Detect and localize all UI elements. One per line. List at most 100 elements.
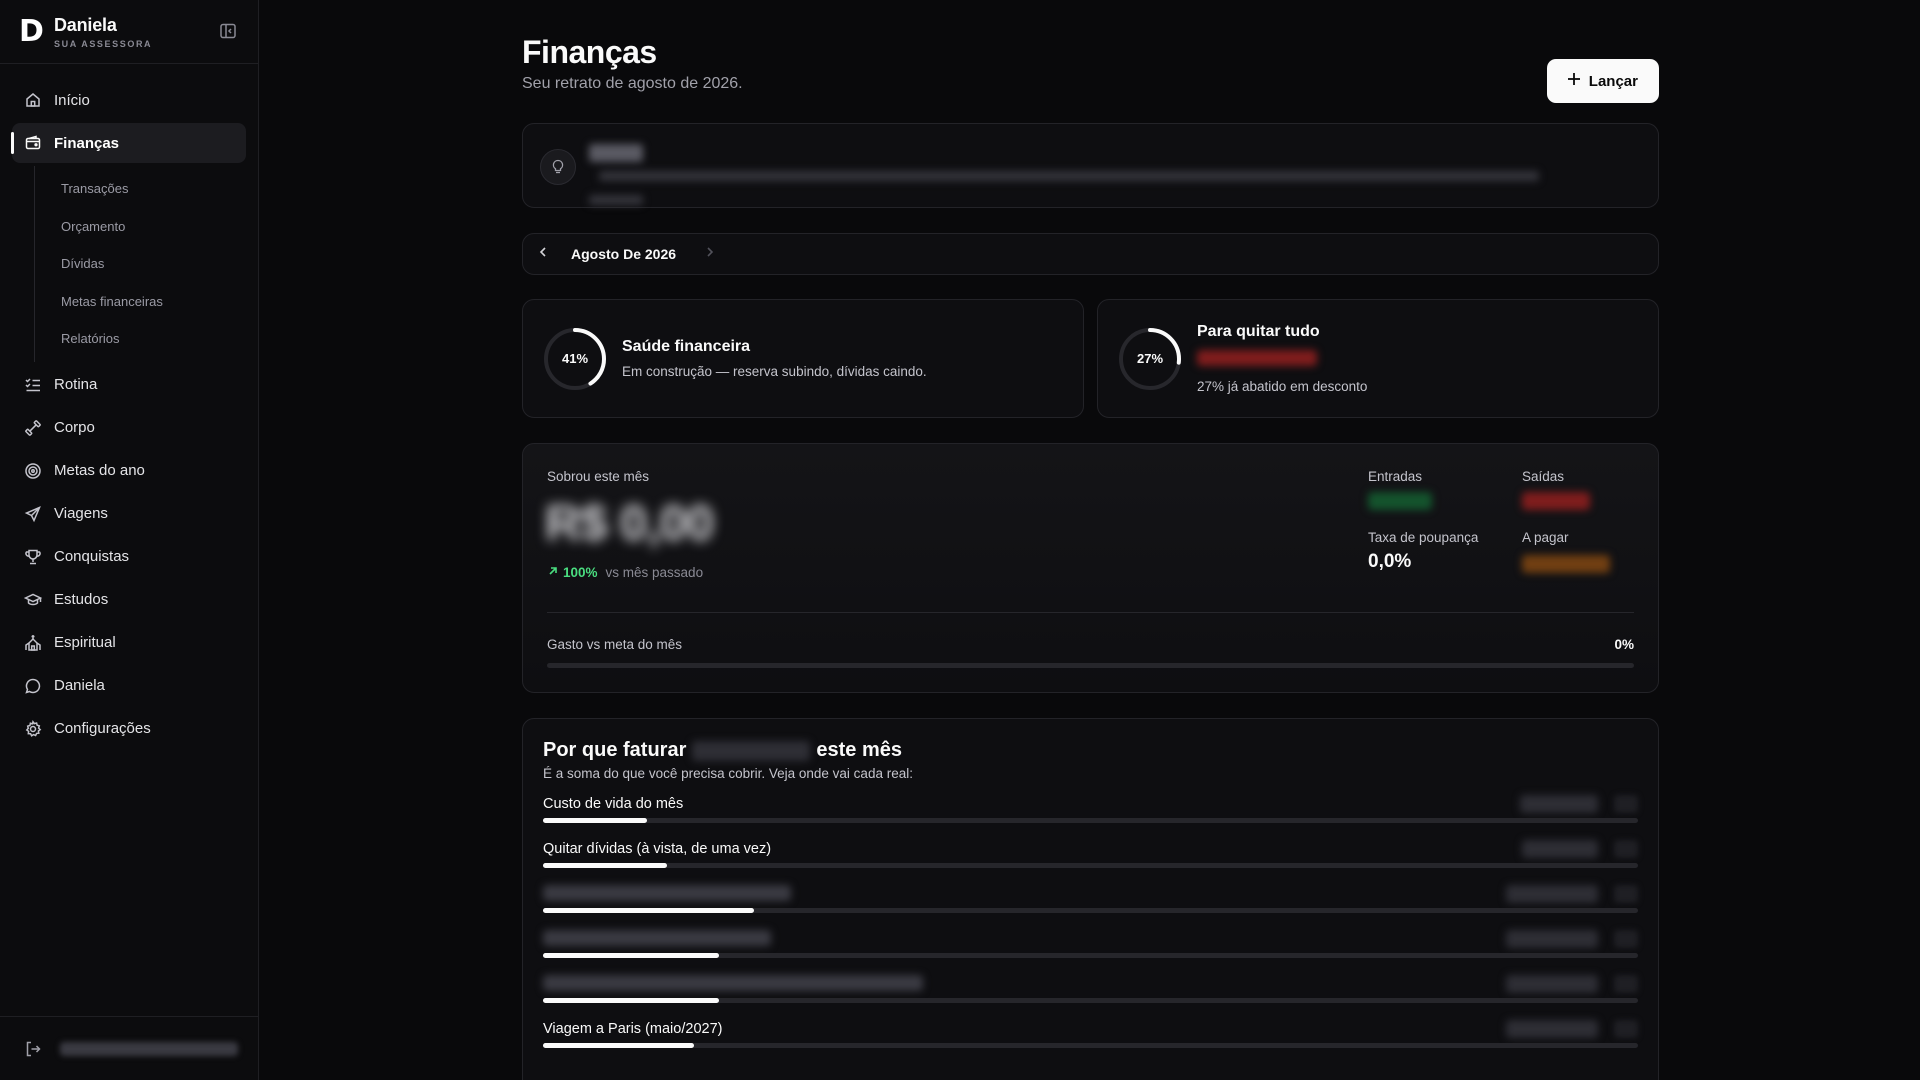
breakdown-label-redacted: [543, 975, 923, 991]
sidebar-item-label: Corpo: [54, 419, 95, 436]
sidebar-item-label: Rotina: [54, 376, 98, 393]
user-email-redacted: [60, 1041, 238, 1056]
gear-icon: [24, 719, 42, 738]
chevron-right-icon[interactable]: [704, 245, 716, 263]
breakdown-amount-redacted: [1506, 1020, 1598, 1038]
subnav-item-orcamento[interactable]: Orçamento: [35, 208, 258, 246]
breakdown-label: Custo de vida do mês: [543, 796, 684, 812]
church-icon: [24, 634, 42, 652]
entradas-stat: Entradas: [1368, 469, 1432, 510]
trophy-icon: [24, 548, 42, 566]
breakdown-bar-track: [543, 818, 1638, 823]
month-label: Agosto De 2026: [571, 246, 677, 262]
meta-progress-bar: [547, 663, 1634, 668]
lancar-label: Lançar: [1588, 72, 1638, 90]
payoff-title: Para quitar tudo: [1197, 323, 1320, 340]
sidebar-item-label: Viagens: [54, 505, 108, 522]
breakdown-label: Viagem a Paris (maio/2027): [543, 1021, 723, 1037]
brand-name: Daniela: [54, 14, 117, 35]
sidebar-item-viagens[interactable]: Viagens: [12, 494, 246, 534]
health-ring: 41%: [542, 326, 608, 392]
a-pagar-stat: A pagar: [1522, 530, 1610, 573]
page-subtitle: Seu retrato de agosto de 2026.: [522, 75, 743, 92]
taxa-poupanca-stat: Taxa de poupança 0,0%: [1368, 530, 1478, 573]
sidebar-item-espiritual[interactable]: Espiritual: [12, 623, 246, 663]
main-content: Finanças Seu retrato de agosto de 2026. …: [259, 0, 1920, 1080]
saidas-stat: Saídas: [1522, 469, 1590, 510]
subnav-item-transacoes[interactable]: Transações: [35, 170, 258, 208]
delta-percent: 100%: [563, 565, 598, 580]
sidebar-item-financas[interactable]: Finanças: [11, 123, 246, 163]
financas-subnav: Transações Orçamento Dívidas Metas finan…: [34, 166, 258, 362]
breakdown-label: Quitar dívidas (à vista, de uma vez): [543, 841, 772, 857]
breakdown-amount-redacted: [1506, 930, 1598, 948]
payoff-percent: 27%: [1136, 351, 1164, 366]
breakdown-amount-redacted: [1506, 975, 1598, 993]
month-navigator: Agosto De 2026: [522, 233, 1659, 275]
target-icon: [24, 462, 42, 480]
breakdown-bar-fill: [543, 818, 648, 823]
sidebar-item-rotina[interactable]: Rotina: [12, 365, 246, 405]
sidebar-item-conquistas[interactable]: Conquistas: [12, 537, 246, 577]
brand-subtitle: SUA ASSESSORA: [54, 38, 153, 49]
breakdown-bar-track: [543, 908, 1638, 913]
breakdown-percent-redacted: [1614, 1020, 1638, 1038]
breakdown-percent-redacted: [1614, 795, 1638, 813]
health-title: Saúde financeira: [622, 338, 751, 355]
sidebar-item-label: Finanças: [54, 134, 120, 152]
why-breakdown-list: Custo de vida do mês Quitar dívidas (à vi…: [543, 795, 1638, 1065]
health-percent: 41%: [561, 351, 589, 366]
sidebar-item-label: Daniela: [54, 677, 105, 694]
meta-row: Gasto vs meta do mês 0%: [547, 637, 1634, 652]
subnav-item-dividas[interactable]: Dívidas: [35, 245, 258, 283]
list-item: Custo de vida do mês: [543, 795, 1638, 840]
subnav-item-metas-financeiras[interactable]: Metas financeiras: [35, 283, 258, 321]
sidebar-item-metas-do-ano[interactable]: Metas do ano: [12, 451, 246, 491]
meta-label: Gasto vs meta do mês: [547, 637, 683, 652]
list-item: [543, 930, 1638, 975]
breakdown-bar-track: [543, 1043, 1638, 1048]
payoff-card[interactable]: 27% Para quitar tudo 27% já abatido em d…: [1097, 299, 1659, 418]
taxa-poupanca-label: Taxa de poupança: [1368, 530, 1479, 545]
logout-icon[interactable]: [24, 1040, 42, 1058]
chat-bubble-icon: [24, 677, 42, 695]
why-title-prefix: Por que faturar: [543, 739, 687, 761]
entradas-label: Entradas: [1368, 469, 1423, 484]
arrow-up-right-icon: [547, 565, 559, 580]
health-card[interactable]: 41% Saúde financeira Em construção — res…: [522, 299, 1084, 418]
why-bill-card: Por que faturar este mês É a soma do que…: [522, 718, 1659, 1080]
sidebar-item-label: Metas do ano: [54, 462, 145, 479]
lightbulb-icon: [540, 149, 576, 185]
sidebar-item-label: Estudos: [54, 591, 109, 608]
why-title-suffix: este mês: [816, 739, 902, 761]
sidebar-item-daniela[interactable]: Daniela: [12, 666, 246, 706]
leftover-delta: 100% vs mês passado: [547, 565, 703, 580]
lancar-button[interactable]: Lançar: [1546, 59, 1659, 103]
sidebar-item-inicio[interactable]: Início: [12, 80, 246, 120]
leftover-amount: R$ 0,00: [545, 495, 714, 551]
breakdown-label-redacted: [543, 930, 771, 946]
payoff-description: 27% já abatido em desconto: [1197, 379, 1368, 394]
subnav-item-relatorios[interactable]: Relatórios: [35, 320, 258, 358]
list-checks-icon: [24, 376, 42, 394]
sidebar-item-corpo[interactable]: Corpo: [12, 408, 246, 448]
sidebar-footer: [0, 1016, 258, 1080]
sidebar-item-configuracoes[interactable]: Configurações: [12, 709, 246, 749]
sidebar-item-estudos[interactable]: Estudos: [12, 580, 246, 620]
entradas-value-redacted: [1368, 492, 1432, 510]
sidebar-item-label: Conquistas: [54, 548, 130, 565]
list-item: Viagem a Paris (maio/2027): [543, 1020, 1638, 1065]
chevron-left-icon[interactable]: [537, 245, 549, 263]
breakdown-percent-redacted: [1614, 975, 1638, 993]
saidas-value-redacted: [1522, 492, 1590, 510]
brand-logo[interactable]: D: [19, 16, 45, 47]
sidebar-collapse-icon[interactable]: [219, 22, 237, 40]
meta-percent: 0%: [1614, 637, 1634, 652]
breakdown-amount-redacted: [1520, 795, 1598, 813]
breakdown-amount-redacted: [1506, 885, 1598, 903]
breakdown-percent-redacted: [1614, 840, 1638, 858]
payoff-amount-redacted: [1197, 350, 1317, 366]
sidebar-item-label: Configurações: [54, 720, 151, 737]
plus-icon: [1567, 72, 1581, 90]
wallet-icon: [24, 134, 42, 152]
